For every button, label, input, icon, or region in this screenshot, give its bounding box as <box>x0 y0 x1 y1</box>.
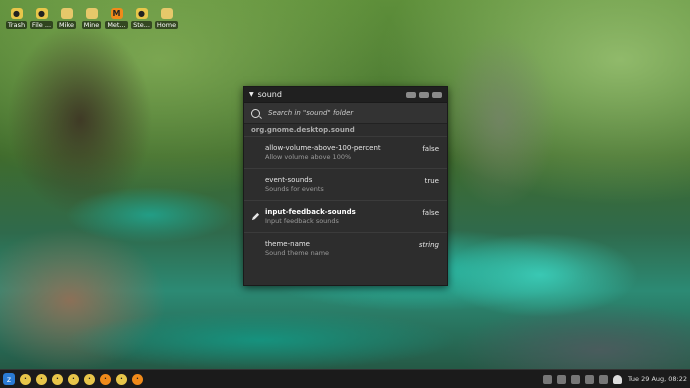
launcher-icon[interactable]: · <box>84 373 95 385</box>
launcher-icon[interactable]: · <box>68 373 79 385</box>
desktop-icon-mine[interactable]: Mine <box>80 8 103 29</box>
key-row-event-sounds[interactable]: event-sounds Sounds for events true <box>244 169 447 201</box>
desktop-icon-steam[interactable]: ● Ste... <box>130 8 153 29</box>
desktop-icon-label: File ... <box>29 21 54 29</box>
schema-header: org.gnome.desktop.sound <box>244 124 447 137</box>
key-row-theme-name[interactable]: theme-name Sound theme name string <box>244 233 447 264</box>
key-name: input-feedback-sounds <box>265 208 356 216</box>
metadata-app-icon: M <box>110 8 123 19</box>
desktop-icon-label: Mine <box>81 21 102 29</box>
network-icon[interactable] <box>570 374 580 384</box>
key-description: Input feedback sounds <box>265 217 339 225</box>
folder-icon <box>60 8 73 19</box>
desktop-icon-label: Home <box>154 21 179 29</box>
tray-app-icon[interactable] <box>542 374 552 384</box>
system-tray: Tue 29 Aug, 08:22 <box>538 370 690 388</box>
key-value: false <box>422 209 439 217</box>
settings-popup: ▼ sound Search in "sound" folder org.gno… <box>243 86 448 286</box>
desktop-icons: ● Trash ● File ... Mike Mine M Met... ● … <box>5 8 179 29</box>
key-description: Sound theme name <box>265 249 330 257</box>
desktop-icon-mike[interactable]: Mike <box>55 8 78 29</box>
home-folder-icon <box>160 8 173 19</box>
key-row-allow-volume[interactable]: allow-volume-above-100-percent Allow vol… <box>244 137 447 169</box>
key-name: event-sounds <box>265 176 313 184</box>
search-bar[interactable]: Search in "sound" folder <box>244 103 447 124</box>
launcher-icon[interactable]: · <box>52 373 63 385</box>
tray-app-icon[interactable] <box>556 374 566 384</box>
desktop-icon-label: Mike <box>57 21 76 29</box>
desktop-icon-met[interactable]: M Met... <box>105 8 128 29</box>
launcher-icon[interactable]: · <box>132 373 143 385</box>
key-description: Sounds for events <box>265 185 324 193</box>
desktop-icon-label: Ste... <box>131 21 152 29</box>
launcher-icon[interactable]: · <box>20 373 31 385</box>
popup-header: ▼ sound <box>244 87 447 103</box>
folder-icon <box>85 8 98 19</box>
desktop-icon-label: Trash <box>5 21 28 29</box>
key-value: true <box>424 177 439 185</box>
edit-pencil-icon <box>251 212 260 221</box>
header-button-1[interactable] <box>406 91 416 98</box>
notification-bell-icon[interactable] <box>612 374 622 384</box>
key-row-input-feedback-sounds[interactable]: input-feedback-sounds Input feedback sou… <box>244 201 447 233</box>
header-button-2[interactable] <box>419 91 429 98</box>
key-value: string <box>418 241 439 249</box>
launcher-icon[interactable]: · <box>100 373 111 385</box>
launcher-icon[interactable]: · <box>36 373 47 385</box>
launcher-icon[interactable]: · <box>116 373 127 385</box>
volume-icon[interactable] <box>584 374 594 384</box>
trash-icon: ● <box>10 8 23 19</box>
key-value: false <box>422 145 439 153</box>
file-manager-icon: ● <box>35 8 48 19</box>
key-description: Allow volume above 100% <box>265 153 352 161</box>
steam-icon: ● <box>135 8 148 19</box>
header-button-3[interactable] <box>432 91 442 98</box>
desktop-icon-label: Met... <box>105 21 128 29</box>
popup-title: sound <box>257 90 282 99</box>
desktop-icon-file-manager[interactable]: ● File ... <box>29 8 54 29</box>
clock[interactable]: Tue 29 Aug, 08:22 <box>628 375 687 383</box>
search-icon <box>251 108 260 118</box>
search-input[interactable]: Search in "sound" folder <box>268 109 353 117</box>
bluetooth-icon[interactable] <box>598 374 608 384</box>
desktop-icon-home[interactable]: Home <box>154 8 179 29</box>
key-name: allow-volume-above-100-percent <box>265 144 381 152</box>
desktop-icon-trash[interactable]: ● Trash <box>5 8 28 29</box>
collapse-caret-icon[interactable]: ▼ <box>249 91 254 98</box>
taskbar: z · · · · · · · · Tue 29 Aug, 08:22 <box>0 369 690 388</box>
key-name: theme-name <box>265 240 310 248</box>
start-menu-icon[interactable]: z <box>3 373 15 385</box>
